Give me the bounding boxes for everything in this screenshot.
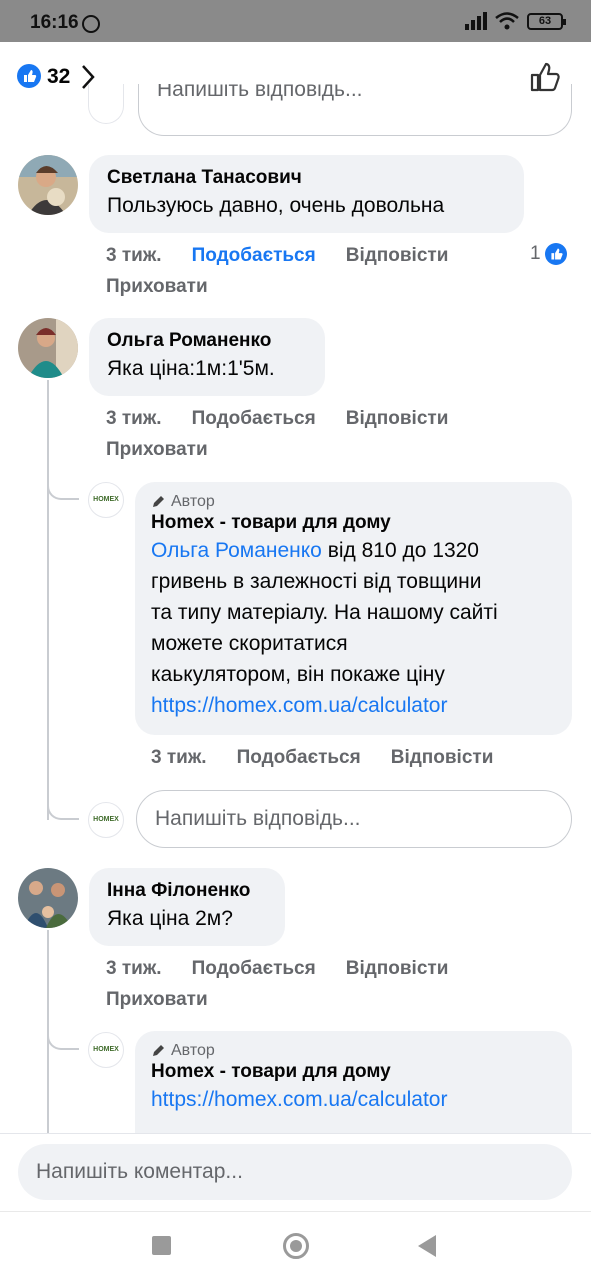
avatar[interactable] — [18, 155, 78, 215]
like-button[interactable]: Подобається — [192, 245, 316, 267]
comment-author[interactable]: Ольга Романенко — [107, 329, 307, 353]
comment-text: Пользуюсь давно, очень довольна — [107, 194, 445, 217]
author-tag: Автор — [151, 493, 556, 511]
comment-author[interactable]: Інна Філоненко — [107, 879, 267, 903]
comment-text: Яка ціна:1м:1'5м. — [107, 357, 275, 380]
comment-composer: Напишіть коментар... — [0, 1133, 591, 1211]
calculator-link[interactable]: https://homex.com.ua/calculator — [151, 690, 556, 721]
status-icons: 63 — [465, 12, 566, 30]
author-tag-label: Автор — [171, 493, 215, 510]
thread-connector — [47, 1020, 79, 1050]
like-button[interactable]: Подобається — [192, 958, 316, 980]
alarm-icon — [82, 15, 100, 33]
page-avatar[interactable]: HOMEX — [88, 1032, 124, 1068]
reply-text-line: від 810 до 1320 — [321, 539, 479, 562]
reply-time[interactable]: 3 тиж. — [151, 747, 207, 769]
comment-bubble: Светлана Танасович Пользуюсь давно, очен… — [89, 155, 524, 233]
page-avatar: HOMEX — [88, 802, 124, 838]
pencil-icon — [153, 1045, 164, 1056]
reply-text-line: каькулятором, він покаже ціну — [151, 663, 445, 686]
thread-connector — [47, 790, 79, 820]
comment-input[interactable]: Напишіть коментар... — [18, 1144, 572, 1200]
hide-button[interactable]: Приховати — [106, 439, 208, 461]
comment-bubble: Ольга Романенко Яка ціна:1м:1'5м. — [89, 318, 325, 396]
reply-text-line: та типу матеріалу. На нашому сайті — [151, 601, 498, 624]
like-icon[interactable] — [17, 64, 41, 88]
status-bar: 16:16 63 — [0, 0, 591, 42]
reaction-summary[interactable]: 1 — [530, 243, 567, 265]
comment-text: Яка ціна 2м? — [107, 907, 233, 930]
battery-icon: 63 — [527, 12, 566, 30]
reply-placeholder: Напишіть відповідь... — [157, 84, 363, 101]
signal-icon — [465, 12, 487, 30]
author-tag: Автор — [151, 1042, 556, 1060]
nav-recents-icon[interactable] — [152, 1236, 171, 1255]
reply-button[interactable]: Відповісти — [346, 408, 449, 430]
reply-input[interactable]: Напишіть відповідь... — [136, 790, 572, 848]
wifi-icon — [495, 12, 519, 30]
like-icon — [544, 243, 567, 265]
author-tag-label: Автор — [171, 1042, 215, 1059]
avatar[interactable] — [18, 868, 78, 928]
hide-button[interactable]: Приховати — [106, 276, 208, 298]
avatar[interactable] — [18, 318, 78, 378]
like-button[interactable]: Подобається — [237, 747, 361, 769]
mention-link[interactable]: Ольга Романенко — [151, 539, 322, 562]
reply-author[interactable]: Homex - товари для дому — [151, 1060, 556, 1084]
reply-text: Ольга Романенко від 810 до 1320 — [151, 535, 556, 566]
comment-time[interactable]: 3 тиж. — [106, 958, 162, 980]
reply-text-line: гривень в залежності від товщини — [151, 570, 482, 593]
reply-author[interactable]: Homex - товари для дому — [151, 511, 556, 535]
nav-home-icon[interactable] — [283, 1233, 309, 1259]
comment-actions: 3 тиж. Подобається Відповісти — [106, 245, 448, 267]
comment-bubble: Інна Філоненко Яка ціна 2м? — [89, 868, 285, 946]
reaction-count: 1 — [530, 243, 541, 264]
status-time: 16:16 — [30, 12, 79, 33]
reply-button[interactable]: Відповісти — [346, 245, 449, 267]
reply-text-line: можете скоритатися — [151, 632, 348, 655]
avatar — [88, 84, 124, 124]
reply-button[interactable]: Відповісти — [346, 958, 449, 980]
comment-time[interactable]: 3 тиж. — [106, 245, 162, 267]
like-button[interactable]: Подобається — [192, 408, 316, 430]
reply-input[interactable]: Напишіть відповідь... — [138, 84, 572, 136]
calculator-link[interactable]: https://homex.com.ua/calculator — [151, 1084, 556, 1115]
comment-actions: 3 тиж. Подобається Відповісти — [106, 408, 448, 430]
reaction-count[interactable]: 32 — [47, 65, 70, 89]
nav-back-icon[interactable] — [418, 1235, 436, 1257]
comment-author[interactable]: Светлана Танасович — [107, 166, 506, 190]
thread-connector — [47, 470, 79, 500]
page-avatar[interactable]: HOMEX — [88, 482, 124, 518]
thread-line — [47, 380, 49, 820]
system-nav-bar — [0, 1211, 591, 1280]
reply-bubble: Автор Homex - товари для дому Ольга Рома… — [135, 482, 572, 735]
hide-button[interactable]: Приховати — [106, 989, 208, 1011]
reply-button[interactable]: Відповісти — [391, 747, 494, 769]
reply-actions: 3 тиж. Подобається Відповісти — [151, 747, 493, 769]
pencil-icon — [153, 496, 164, 507]
comment-actions: 3 тиж. Подобається Відповісти — [106, 958, 448, 980]
comment-time[interactable]: 3 тиж. — [106, 408, 162, 430]
reply-bubble: Автор Homex - товари для дому https://ho… — [135, 1031, 572, 1133]
